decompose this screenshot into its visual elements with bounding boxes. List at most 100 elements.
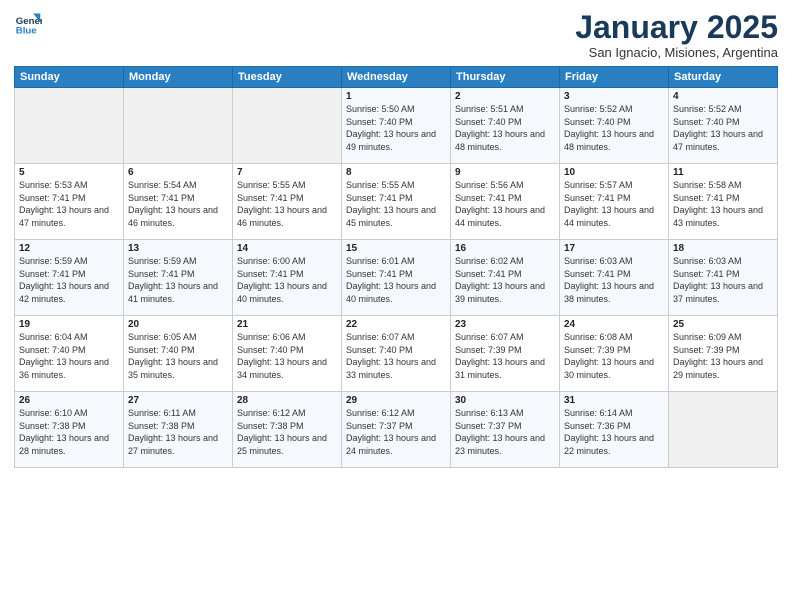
- calendar-cell: 23Sunrise: 6:07 AMSunset: 7:39 PMDayligh…: [451, 316, 560, 392]
- day-number: 21: [237, 319, 337, 330]
- calendar-cell: 25Sunrise: 6:09 AMSunset: 7:39 PMDayligh…: [669, 316, 778, 392]
- col-friday: Friday: [560, 67, 669, 88]
- calendar-cell: 16 Sunrise: 6:02 AMSunset: 7:41 PMDayligh…: [451, 240, 560, 316]
- calendar-week-2: 12 Sunrise: 5:59 AMSunset: 7:41 PMDayligh…: [15, 240, 778, 316]
- calendar-cell: 21 Sunrise: 6:06 AMSunset: 7:40 PMDayligh…: [233, 316, 342, 392]
- calendar-cell: 2 Sunrise: 5:51 AMSunset: 7:40 PMDaylight…: [451, 88, 560, 164]
- day-info: Sunrise: 6:12 AMSunset: 7:38 PMDaylight:…: [237, 408, 327, 456]
- calendar-cell: 17 Sunrise: 6:03 AMSunset: 7:41 PMDayligh…: [560, 240, 669, 316]
- day-number: 2: [455, 91, 555, 102]
- day-info: Sunrise: 6:02 AMSunset: 7:41 PMDaylight:…: [455, 256, 545, 304]
- day-info: Sunrise: 6:04 AMSunset: 7:40 PMDaylight:…: [19, 332, 109, 380]
- day-info: Sunrise: 6:13 AMSunset: 7:37 PMDaylight:…: [455, 408, 545, 456]
- calendar-cell: 5Sunrise: 5:53 AMSunset: 7:41 PMDaylight…: [15, 164, 124, 240]
- day-info: Sunrise: 5:58 AMSunset: 7:41 PMDaylight:…: [673, 180, 763, 228]
- day-info: Sunrise: 6:00 AMSunset: 7:41 PMDaylight:…: [237, 256, 327, 304]
- day-number: 28: [237, 395, 337, 406]
- col-wednesday: Wednesday: [342, 67, 451, 88]
- day-info: Sunrise: 6:12 AMSunset: 7:37 PMDaylight:…: [346, 408, 436, 456]
- day-info: Sunrise: 5:59 AMSunset: 7:41 PMDaylight:…: [128, 256, 218, 304]
- day-number: 20: [128, 319, 228, 330]
- day-number: 15: [346, 243, 446, 254]
- calendar-week-3: 19 Sunrise: 6:04 AMSunset: 7:40 PMDayligh…: [15, 316, 778, 392]
- day-number: 19: [19, 319, 119, 330]
- day-info: Sunrise: 5:54 AMSunset: 7:41 PMDaylight:…: [128, 180, 218, 228]
- day-number: 31: [564, 395, 664, 406]
- day-number: 13: [128, 243, 228, 254]
- day-info: Sunrise: 6:10 AMSunset: 7:38 PMDaylight:…: [19, 408, 109, 456]
- col-sunday: Sunday: [15, 67, 124, 88]
- day-number: 26: [19, 395, 119, 406]
- day-number: 3: [564, 91, 664, 102]
- day-number: 27: [128, 395, 228, 406]
- day-info: Sunrise: 6:03 AMSunset: 7:41 PMDaylight:…: [673, 256, 763, 304]
- day-number: 4: [673, 91, 773, 102]
- day-number: 12: [19, 243, 119, 254]
- day-info: Sunrise: 5:52 AMSunset: 7:40 PMDaylight:…: [564, 104, 654, 152]
- calendar-cell: 12 Sunrise: 5:59 AMSunset: 7:41 PMDayligh…: [15, 240, 124, 316]
- day-info: Sunrise: 5:55 AMSunset: 7:41 PMDaylight:…: [346, 180, 436, 228]
- day-number: 10: [564, 167, 664, 178]
- day-number: 16: [455, 243, 555, 254]
- col-monday: Monday: [124, 67, 233, 88]
- calendar-cell: 27Sunrise: 6:11 AMSunset: 7:38 PMDayligh…: [124, 392, 233, 468]
- col-thursday: Thursday: [451, 67, 560, 88]
- calendar-cell: [124, 88, 233, 164]
- day-number: 14: [237, 243, 337, 254]
- calendar-cell: 7 Sunrise: 5:55 AMSunset: 7:41 PMDaylight…: [233, 164, 342, 240]
- day-info: Sunrise: 5:57 AMSunset: 7:41 PMDaylight:…: [564, 180, 654, 228]
- day-info: Sunrise: 5:53 AMSunset: 7:41 PMDaylight:…: [19, 180, 109, 228]
- day-number: 29: [346, 395, 446, 406]
- day-number: 23: [455, 319, 555, 330]
- svg-text:Blue: Blue: [16, 26, 37, 37]
- day-number: 17: [564, 243, 664, 254]
- calendar-cell: 3 Sunrise: 5:52 AMSunset: 7:40 PMDaylight…: [560, 88, 669, 164]
- calendar-cell: 10 Sunrise: 5:57 AMSunset: 7:41 PMDayligh…: [560, 164, 669, 240]
- day-info: Sunrise: 6:06 AMSunset: 7:40 PMDaylight:…: [237, 332, 327, 380]
- subtitle: San Ignacio, Misiones, Argentina: [575, 45, 778, 60]
- calendar-cell: 1Sunrise: 5:50 AMSunset: 7:40 PMDaylight…: [342, 88, 451, 164]
- calendar-cell: 18 Sunrise: 6:03 AMSunset: 7:41 PMDayligh…: [669, 240, 778, 316]
- calendar-cell: [669, 392, 778, 468]
- calendar-cell: 29 Sunrise: 6:12 AMSunset: 7:37 PMDayligh…: [342, 392, 451, 468]
- calendar-cell: 4 Sunrise: 5:52 AMSunset: 7:40 PMDaylight…: [669, 88, 778, 164]
- calendar-cell: [15, 88, 124, 164]
- calendar-cell: 9 Sunrise: 5:56 AMSunset: 7:41 PMDaylight…: [451, 164, 560, 240]
- header: General Blue January 2025 San Ignacio, M…: [14, 10, 778, 60]
- day-info: Sunrise: 6:01 AMSunset: 7:41 PMDaylight:…: [346, 256, 436, 304]
- calendar-cell: 24 Sunrise: 6:08 AMSunset: 7:39 PMDayligh…: [560, 316, 669, 392]
- col-tuesday: Tuesday: [233, 67, 342, 88]
- logo: General Blue: [14, 10, 42, 38]
- calendar-cell: 8 Sunrise: 5:55 AMSunset: 7:41 PMDaylight…: [342, 164, 451, 240]
- header-row: Sunday Monday Tuesday Wednesday Thursday…: [15, 67, 778, 88]
- day-info: Sunrise: 5:56 AMSunset: 7:41 PMDaylight:…: [455, 180, 545, 228]
- day-info: Sunrise: 6:08 AMSunset: 7:39 PMDaylight:…: [564, 332, 654, 380]
- day-info: Sunrise: 6:07 AMSunset: 7:40 PMDaylight:…: [346, 332, 436, 380]
- day-info: Sunrise: 5:59 AMSunset: 7:41 PMDaylight:…: [19, 256, 109, 304]
- day-info: Sunrise: 5:55 AMSunset: 7:41 PMDaylight:…: [237, 180, 327, 228]
- calendar-week-1: 5Sunrise: 5:53 AMSunset: 7:41 PMDaylight…: [15, 164, 778, 240]
- calendar-cell: 6 Sunrise: 5:54 AMSunset: 7:41 PMDaylight…: [124, 164, 233, 240]
- day-number: 11: [673, 167, 773, 178]
- day-info: Sunrise: 6:03 AMSunset: 7:41 PMDaylight:…: [564, 256, 654, 304]
- day-number: 9: [455, 167, 555, 178]
- calendar-cell: 14 Sunrise: 6:00 AMSunset: 7:41 PMDayligh…: [233, 240, 342, 316]
- day-number: 22: [346, 319, 446, 330]
- day-number: 1: [346, 91, 446, 102]
- calendar-cell: 20Sunrise: 6:05 AMSunset: 7:40 PMDayligh…: [124, 316, 233, 392]
- page-container: General Blue January 2025 San Ignacio, M…: [0, 0, 792, 476]
- day-info: Sunrise: 5:52 AMSunset: 7:40 PMDaylight:…: [673, 104, 763, 152]
- day-number: 6: [128, 167, 228, 178]
- calendar-cell: 31Sunrise: 6:14 AMSunset: 7:36 PMDayligh…: [560, 392, 669, 468]
- day-number: 7: [237, 167, 337, 178]
- calendar-cell: 22 Sunrise: 6:07 AMSunset: 7:40 PMDayligh…: [342, 316, 451, 392]
- day-info: Sunrise: 5:51 AMSunset: 7:40 PMDaylight:…: [455, 104, 545, 152]
- calendar-cell: 19 Sunrise: 6:04 AMSunset: 7:40 PMDayligh…: [15, 316, 124, 392]
- day-info: Sunrise: 6:09 AMSunset: 7:39 PMDaylight:…: [673, 332, 763, 380]
- day-number: 24: [564, 319, 664, 330]
- day-number: 18: [673, 243, 773, 254]
- day-number: 30: [455, 395, 555, 406]
- calendar-cell: [233, 88, 342, 164]
- calendar-table: Sunday Monday Tuesday Wednesday Thursday…: [14, 66, 778, 468]
- day-number: 8: [346, 167, 446, 178]
